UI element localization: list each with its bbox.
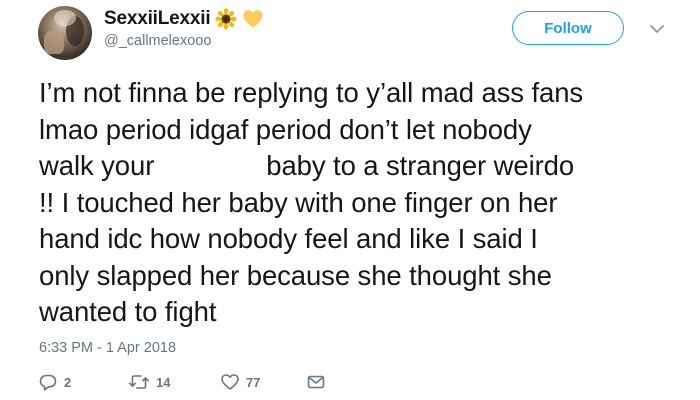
avatar-shade — [54, 10, 76, 26]
like-count: 77 — [246, 374, 261, 390]
reply-button[interactable]: 2 — [38, 372, 128, 392]
avatar[interactable] — [38, 6, 92, 60]
reply-icon — [39, 374, 57, 391]
tweet-text-segment: baby to a stranger weirdo — [266, 150, 575, 181]
tweet-text-line: walk your baby to a stranger weirdo — [39, 148, 689, 185]
retweet-button[interactable]: 14 — [128, 372, 220, 392]
avatar-shade — [44, 30, 64, 54]
user-handle[interactable]: @_callmelexooo — [104, 33, 211, 49]
reply-count: 2 — [64, 374, 72, 390]
tweet-timestamp[interactable]: 6:33 PM - 1 Apr 2018 — [39, 340, 176, 356]
tweet-actions: 2 14 77 — [38, 372, 326, 392]
direct-message-button[interactable] — [306, 372, 326, 392]
tweet-text-segment: walk your — [39, 150, 155, 181]
chevron-down-icon[interactable] — [649, 22, 665, 34]
tweet-text-line: wanted to fight — [39, 296, 217, 327]
yellow-heart-icon — [242, 8, 264, 30]
like-button[interactable]: 77 — [220, 372, 306, 392]
follow-button[interactable]: Follow — [512, 11, 624, 45]
sunflower-emoji-icon — [215, 8, 238, 30]
tweet-text-line: I’m not finna be replying to y’all mad a… — [39, 77, 584, 108]
tweet-text-line: hand idc how nobody feel and like I said… — [39, 223, 538, 254]
display-name[interactable]: SexxiiLexxii — [104, 8, 211, 30]
tweet-text-line: lmao period idgaf period don’t let nobod… — [39, 113, 532, 145]
retweet-count: 14 — [156, 374, 171, 390]
user-name-row: SexxiiLexxii — [104, 7, 264, 31]
tweet-text: I’m not finna be replying to y’all mad a… — [39, 75, 689, 331]
tweet-text-line: only slapped her because she thought she — [39, 259, 552, 291]
heart-icon — [221, 374, 239, 390]
retweet-icon — [129, 375, 149, 389]
tweet-text-line: !! I touched her baby with one finger on… — [39, 186, 558, 218]
envelope-icon — [307, 375, 325, 389]
